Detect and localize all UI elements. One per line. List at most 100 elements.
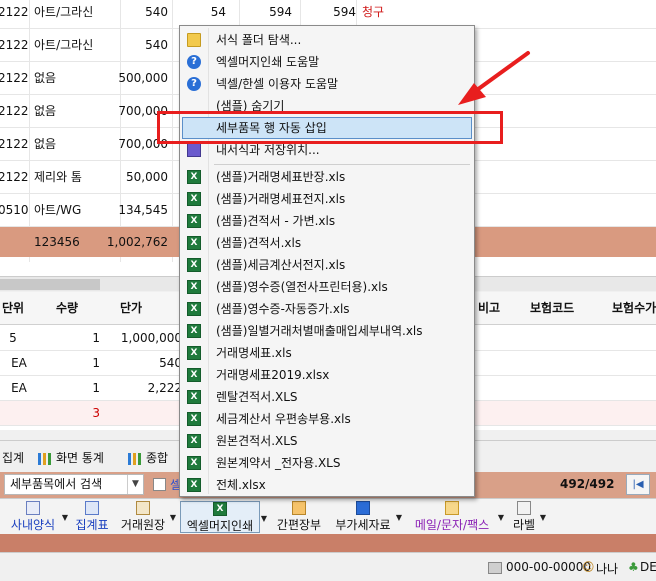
tab-label: 화면 통계 xyxy=(56,451,104,465)
ledger-button[interactable]: 거래원장 ▼ xyxy=(118,501,176,533)
item-cell: 없음 xyxy=(34,137,57,151)
excel-file-icon: X xyxy=(187,368,201,382)
excel-file-icon: X xyxy=(187,302,201,316)
toolbar-label: 엑셀머지인쇄 xyxy=(186,519,254,533)
menu-item-label: 서식 폴더 탐색... xyxy=(216,33,302,47)
excel-file-icon: X xyxy=(187,214,201,228)
qty-cell: 1 xyxy=(92,356,100,370)
amount-cell: 594 xyxy=(269,5,292,19)
item-cell: 없음 xyxy=(34,104,57,118)
excel-file-icon: X xyxy=(187,324,201,338)
item-cell: 아트/그라신 xyxy=(34,38,94,52)
total-code: 123456 xyxy=(34,235,80,249)
price-cell: 50,000 xyxy=(126,170,168,184)
qty-cell: 54 xyxy=(210,5,226,19)
total-cell: 594 xyxy=(333,5,356,19)
toolbar-label: 라벨 xyxy=(512,518,536,532)
menu-item-hide-samples[interactable]: (샘플) 숨기기 xyxy=(182,95,472,117)
menu-item-browse-folder[interactable]: 서식 폴더 탐색... xyxy=(182,29,472,51)
menu-item-file[interactable]: X (샘플)일별거래처별매출매입세부내역.xls xyxy=(182,320,472,342)
menu-item-label: 세금계산서 우편송부용.xls xyxy=(216,412,351,426)
summary-report-button[interactable]: 집계표 xyxy=(72,501,112,533)
header-unit[interactable]: 단위 xyxy=(2,292,24,324)
menu-item-file[interactable]: X (샘플)견적서 - 가변.xls xyxy=(182,210,472,232)
help-icon: ? xyxy=(187,55,201,69)
menu-item-file[interactable]: X (샘플)세금계산서전지.xls xyxy=(182,254,472,276)
header-insurance-fee[interactable]: 보험수가 xyxy=(612,292,656,324)
code-cell: 2122 xyxy=(0,38,29,52)
menu-item-label: (샘플)영수증(열전사프린터용).xls xyxy=(216,280,388,294)
menu-item-file[interactable]: X 렌탈견적서.XLS xyxy=(182,386,472,408)
report-icon xyxy=(85,501,99,515)
menu-item-help-excel[interactable]: ? 엑셀머지인쇄 도움말 xyxy=(182,51,472,73)
tab-total[interactable]: 종합 xyxy=(128,447,168,469)
excel-file-icon: X xyxy=(187,412,201,426)
unit-cell: EA xyxy=(11,356,27,370)
folder-icon xyxy=(187,33,201,47)
simple-ledger-button[interactable]: 간편장부 xyxy=(274,501,324,533)
chevron-down-icon: ▼ xyxy=(260,514,267,523)
first-record-icon: |◀ xyxy=(632,479,644,490)
label-button[interactable]: 라벨 ▼ xyxy=(510,501,546,533)
menu-item-file[interactable]: X (샘플)거래명세표전지.xls xyxy=(182,188,472,210)
custom-form-button[interactable]: 사내양식 ▼ xyxy=(6,501,68,533)
toolbar-label: 메일/문자/팩스 xyxy=(414,518,490,532)
menu-item-file[interactable]: X 원본견적서.XLS xyxy=(182,430,472,452)
menu-separator xyxy=(214,164,470,165)
header-note[interactable]: 비고 xyxy=(478,292,500,324)
tab-summary[interactable]: 집계 xyxy=(2,447,24,469)
menu-item-file[interactable]: X 거래명세표.xls xyxy=(182,342,472,364)
menu-item-help-nexcel[interactable]: ? 넥셀/한셀 이용자 도움말 xyxy=(182,73,472,95)
search-scope-value: 세부품목에서 검색 xyxy=(10,477,103,491)
header-insurance-code[interactable]: 보험코드 xyxy=(530,292,574,324)
chevron-down-icon: ▼ xyxy=(169,513,176,522)
menu-item-file[interactable]: X 세금계산서 우편송부용.xls xyxy=(182,408,472,430)
menu-item-auto-insert-rows[interactable]: 세부품목 행 자동 삽입 xyxy=(182,117,472,139)
help-icon: ? xyxy=(187,77,201,91)
menu-item-my-forms[interactable]: 내서식과 저장위치... xyxy=(182,139,472,161)
menu-item-label: 내서식과 저장위치... xyxy=(216,143,320,157)
book-icon xyxy=(292,501,306,515)
item-cell: 없음 xyxy=(34,71,57,85)
chevron-down-icon: ▼ xyxy=(61,513,68,522)
price-cell: 2,222 xyxy=(147,381,182,395)
mail-sms-fax-button[interactable]: 메일/문자/팩스 ▼ xyxy=(408,501,504,533)
menu-item-file[interactable]: X (샘플)영수증-자동증가.xls xyxy=(182,298,472,320)
search-checkbox[interactable] xyxy=(153,478,166,491)
tab-screen-stats[interactable]: 화면 통계 xyxy=(38,447,104,469)
toolbar-label: 부가세자료 xyxy=(335,518,391,532)
scrollbar-thumb[interactable] xyxy=(0,279,100,290)
sum-qty: 3 xyxy=(92,406,100,420)
code-cell: 2122 xyxy=(0,104,29,118)
header-qty[interactable]: 수량 xyxy=(56,292,78,324)
menu-item-label: (샘플)거래명세표전지.xls xyxy=(216,192,346,206)
menu-item-label: (샘플)일별거래처별매출매입세부내역.xls xyxy=(216,324,423,338)
search-scope-select[interactable]: 세부품목에서 검색 ▼ xyxy=(4,474,144,495)
chevron-down-icon: ▼ xyxy=(395,513,402,522)
menu-item-label: (샘플) 숨기기 xyxy=(216,99,285,113)
excel-file-icon: X xyxy=(187,236,201,250)
code-cell: 0510 xyxy=(0,203,29,217)
menu-item-label: 원본계약서 _전자용.XLS xyxy=(216,456,341,470)
item-cell: 아트/WG xyxy=(34,203,82,217)
menu-item-file[interactable]: X 원본계약서 _전자용.XLS xyxy=(182,452,472,474)
chevron-down-icon[interactable]: ▼ xyxy=(127,475,143,494)
accent-bar xyxy=(0,534,656,552)
menu-item-file[interactable]: X (샘플)견적서.xls xyxy=(182,232,472,254)
menu-item-file[interactable]: X 전체.xlsx xyxy=(182,474,472,496)
header-price[interactable]: 단가 xyxy=(120,292,142,324)
menu-item-file[interactable]: X (샘플)거래명세표반장.xls xyxy=(182,166,472,188)
menu-item-label: 넥셀/한셀 이용자 도움말 xyxy=(216,77,339,91)
chart-icon xyxy=(38,452,52,465)
excel-merge-print-button[interactable]: X 엑셀머지인쇄 ▼ xyxy=(180,501,267,533)
price-cell: 500,000 xyxy=(118,71,168,85)
status-user: 나나 xyxy=(596,562,619,576)
database-icon: ♣ xyxy=(628,560,639,574)
price-cell: 540 xyxy=(159,356,182,370)
menu-item-file[interactable]: X (샘플)영수증(열전사프린터용).xls xyxy=(182,276,472,298)
first-record-button[interactable]: |◀ xyxy=(626,474,650,495)
item-cell: 아트/그라신 xyxy=(34,5,94,19)
vat-data-button[interactable]: 부가세자료 ▼ xyxy=(332,501,402,533)
menu-item-label: 엑셀머지인쇄 도움말 xyxy=(216,55,320,69)
menu-item-file[interactable]: X 거래명세표2019.xlsx xyxy=(182,364,472,386)
